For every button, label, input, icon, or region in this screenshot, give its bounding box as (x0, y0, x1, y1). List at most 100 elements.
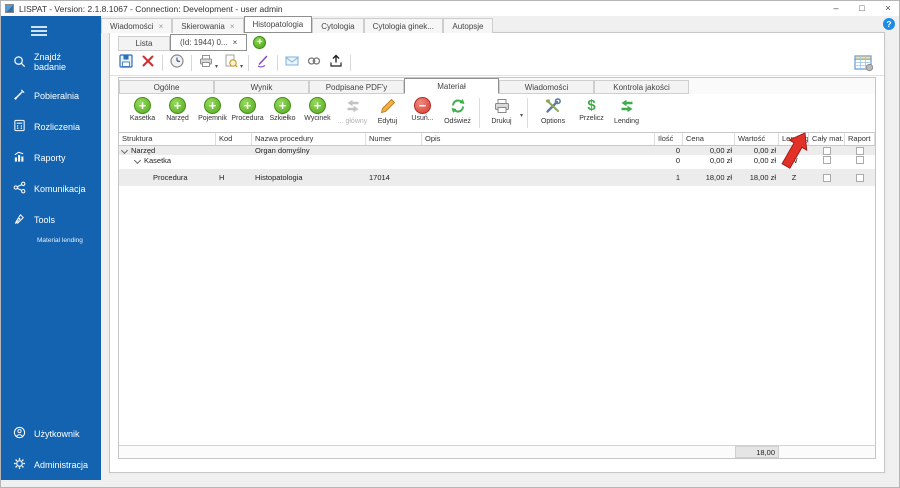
edit-pencil-icon (379, 97, 397, 117)
sidebar-item-uzytkownik[interactable]: Użytkownik (1, 418, 101, 449)
history-button[interactable] (166, 53, 188, 73)
preview-icon (223, 53, 239, 74)
column-header-nazwa-procedury[interactable]: Nazwa procedury (252, 133, 366, 145)
sidebar-item-administracja[interactable]: Administracja (1, 449, 101, 480)
pen-tool-icon (13, 212, 26, 227)
tab-kontrola-jakosci[interactable]: Kontrola jakości (594, 80, 689, 94)
table-row[interactable]: Narzęd Organ domyślny 0 0,00 zł 0,00 zł (119, 146, 875, 155)
print-material-button[interactable]: Drukuj (484, 97, 519, 125)
lending-arrows-icon (618, 97, 636, 117)
sidebar-item-znajdz-badanie[interactable]: Znajdź badanie (1, 44, 101, 80)
close-button[interactable]: × (875, 1, 899, 16)
edit-button[interactable]: Edytuj (370, 97, 405, 125)
sidebar-item-pobieralnia[interactable]: Pobieralnia (1, 80, 101, 111)
column-header-ilosc[interactable]: Ilość (655, 133, 683, 145)
table-row[interactable]: Kasetka 0 0,00 zł 0,00 zł W (119, 155, 875, 165)
column-header-raport[interactable]: Raport (845, 133, 875, 145)
sidebar-item-material-lending[interactable]: Material lending (1, 235, 101, 252)
upload-icon (328, 53, 344, 74)
export-button[interactable] (325, 53, 347, 73)
tab-cytologia-ginek[interactable]: Cytologia ginek... (363, 18, 443, 33)
table-row[interactable]: Procedura H Histopatologia 17014 1 18,00… (119, 169, 875, 186)
column-header-opis[interactable]: Opis (422, 133, 655, 145)
tab-cytologia[interactable]: Cytologia (312, 18, 364, 33)
toolbar-main: ▾ ▾ (110, 51, 884, 76)
remove-button[interactable]: − Usuń... (405, 97, 440, 122)
checkbox[interactable] (856, 173, 864, 182)
sign-button[interactable] (252, 53, 274, 73)
expander-icon[interactable] (120, 146, 129, 155)
add-narzad-button[interactable]: + Narzęd (160, 97, 195, 122)
help-button[interactable]: ? (883, 18, 895, 30)
options-button[interactable]: Options (532, 97, 574, 125)
lending-button[interactable]: Lending (609, 97, 644, 125)
checkbox[interactable] (823, 146, 831, 155)
checkbox[interactable] (856, 146, 864, 155)
checkbox[interactable] (823, 156, 831, 164)
save-icon (118, 53, 134, 74)
material-panel: Ogólne Wynik Podpisane PDF'y Materiał Wi… (118, 77, 876, 459)
remove-icon: − (414, 97, 431, 114)
close-icon[interactable]: × (233, 38, 238, 47)
tab-ogolne[interactable]: Ogólne (119, 80, 214, 94)
tab-skierowania[interactable]: Skierowania × (172, 18, 244, 33)
dropdown-caret-icon[interactable]: ▾ (240, 63, 243, 70)
link-button[interactable] (303, 53, 325, 73)
grid-settings-button[interactable] (854, 54, 874, 72)
add-wycinek-button[interactable]: + Wycinek (300, 97, 335, 122)
add-procedura-button[interactable]: + Procedura (230, 97, 265, 122)
separator (479, 98, 480, 128)
refresh-button[interactable]: Odśwież (440, 97, 475, 125)
column-header-caly-material[interactable]: Cały mat... (809, 133, 845, 145)
expander-icon[interactable] (133, 156, 142, 164)
dropdown-caret-icon[interactable]: ▾ (215, 63, 218, 70)
tab-id-1944[interactable]: (Id: 1944) 0... × (170, 34, 248, 51)
separator (277, 55, 279, 71)
separator (527, 98, 529, 128)
dropdown-caret-icon[interactable]: ▾ (520, 112, 523, 119)
user-icon (13, 426, 26, 441)
tab-histopatologia[interactable]: Histopatologia (243, 16, 313, 33)
delete-button[interactable] (137, 53, 159, 73)
menu-icon[interactable] (1, 16, 101, 44)
tab-lista[interactable]: Lista (118, 36, 170, 51)
sidebar-item-rozliczenia[interactable]: Rozliczenia (1, 111, 101, 142)
total-value: 18,00 (735, 446, 779, 458)
close-icon[interactable]: × (159, 22, 164, 31)
tab-autopsje[interactable]: Autopsje (442, 18, 493, 33)
new-tab-button[interactable]: + (253, 36, 267, 49)
tab-material[interactable]: Materiał (404, 78, 499, 94)
column-header-cena[interactable]: Cena (683, 133, 735, 145)
close-icon[interactable]: × (230, 22, 235, 31)
add-szkielko-button[interactable]: + Szkiełko (265, 97, 300, 122)
app-icon (5, 4, 14, 13)
recalculate-button[interactable]: $ Przelicz (574, 97, 609, 122)
column-header-kod[interactable]: Kod (216, 133, 252, 145)
main-tab-bar: Wiadomości × Skierowania × Histopatologia … (101, 16, 493, 33)
minimize-button[interactable]: – (823, 1, 849, 16)
column-header-lending[interactable]: Lending (779, 133, 809, 145)
chart-icon (13, 150, 26, 165)
checkbox[interactable] (823, 173, 831, 182)
preview-button[interactable] (220, 53, 242, 73)
printer-icon (198, 53, 214, 74)
mail-button[interactable] (281, 53, 303, 73)
tab-wiadomosci[interactable]: Wiadomości × (101, 18, 173, 33)
save-button[interactable] (115, 53, 137, 73)
tab-wiadomosci-detail[interactable]: Wiadomości (499, 80, 594, 94)
add-icon: + (239, 97, 256, 114)
maximize-button[interactable]: □ (849, 1, 875, 16)
print-button[interactable] (195, 53, 217, 73)
tab-podpisane-pdfy[interactable]: Podpisane PDF'y (309, 80, 404, 94)
column-header-struktura[interactable]: Struktura (119, 133, 216, 145)
sidebar-item-komunikacja[interactable]: Komunikacja (1, 173, 101, 204)
checkbox[interactable] (856, 156, 864, 164)
sidebar-item-tools[interactable]: Tools (1, 204, 101, 235)
add-kasetka-button[interactable]: + Kasetka (125, 97, 160, 122)
sidebar-item-raporty[interactable]: Raporty (1, 142, 101, 173)
add-pojemnik-button[interactable]: + Pojemnik (195, 97, 230, 122)
column-header-wartosc[interactable]: Wartość (735, 133, 779, 145)
tab-wynik[interactable]: Wynik (214, 80, 309, 94)
separator (162, 55, 163, 71)
column-header-numer[interactable]: Numer (366, 133, 422, 145)
